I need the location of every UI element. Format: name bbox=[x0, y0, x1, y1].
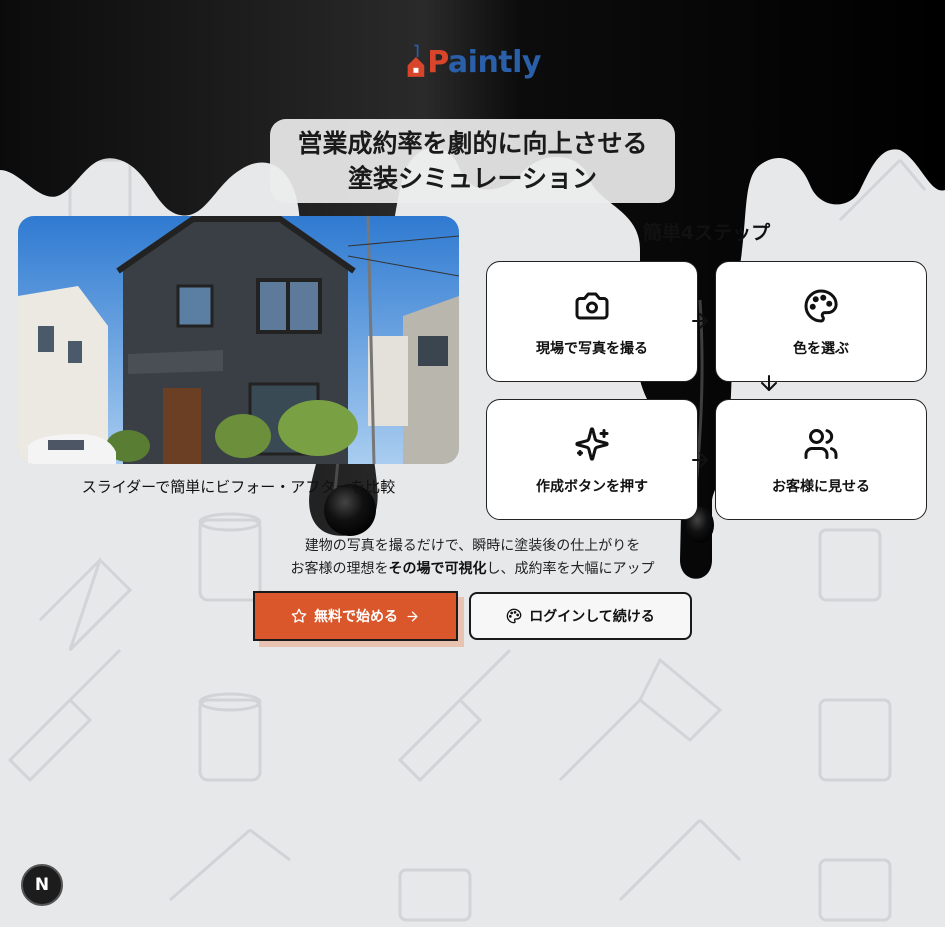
description-text: お客様の理想を bbox=[290, 561, 389, 577]
step-card-press-create: 作成ボタンを押す bbox=[486, 399, 698, 520]
palette-icon bbox=[804, 289, 838, 323]
camera-icon bbox=[575, 292, 609, 320]
step-card-show-customer: お客様に見せる bbox=[715, 399, 927, 520]
arrow-right-icon bbox=[407, 611, 418, 621]
description-text: し、成約率を大幅にアップ bbox=[486, 561, 655, 577]
step-card-choose-color: 色を選ぶ bbox=[715, 261, 927, 382]
dev-tools-badge[interactable]: N bbox=[21, 864, 63, 906]
logo-text-p: P bbox=[427, 44, 448, 80]
login-continue-label: ログインして続ける bbox=[529, 609, 655, 625]
step-label: お客様に見せる bbox=[772, 479, 870, 495]
login-continue-button[interactable]: ログインして続ける bbox=[469, 592, 692, 640]
arrow-right-icon bbox=[692, 313, 708, 329]
arrow-down-icon bbox=[761, 375, 777, 391]
headline-line-1: 営業成約率を劇的に向上させる bbox=[297, 129, 648, 158]
hero-description: 建物の写真を撮るだけで、瞬時に塗装後の仕上がりを お客様の理想をその場で可視化し… bbox=[200, 535, 745, 581]
description-line-2: お客様の理想をその場で可視化し、成約率を大幅にアップ bbox=[200, 558, 745, 581]
step-label: 現場で写真を撮る bbox=[536, 341, 648, 357]
before-after-slider-image[interactable] bbox=[18, 216, 459, 464]
house-paint-icon bbox=[407, 44, 425, 77]
description-emphasis: その場で可視化 bbox=[388, 561, 487, 577]
sparkles-icon bbox=[575, 427, 609, 461]
paintly-logo[interactable]: Paintly bbox=[406, 38, 542, 86]
description-line-1: 建物の写真を撮るだけで、瞬時に塗装後の仕上がりを bbox=[304, 538, 641, 554]
star-icon bbox=[291, 608, 307, 623]
slider-caption: スライダーで簡単にビフォー・アフターを比較 bbox=[81, 478, 396, 496]
start-free-label: 無料で始める bbox=[314, 609, 398, 625]
hero-headline: 営業成約率を劇的に向上させる 塗装シミュレーション bbox=[270, 119, 675, 203]
start-free-button[interactable]: 無料で始める bbox=[253, 591, 458, 641]
users-icon bbox=[804, 429, 838, 459]
headline-line-2: 塗装シミュレーション bbox=[347, 164, 597, 193]
step-label: 作成ボタンを押す bbox=[536, 479, 648, 495]
dev-badge-label: N bbox=[34, 875, 50, 895]
logo-text-rest: aintly bbox=[447, 44, 542, 80]
step-card-take-photo: 現場で写真を撮る bbox=[486, 261, 698, 382]
palette-icon bbox=[506, 608, 522, 624]
steps-title: 簡単4ステップ bbox=[642, 222, 771, 244]
arrow-right-icon bbox=[692, 452, 708, 468]
step-label: 色を選ぶ bbox=[793, 341, 849, 357]
